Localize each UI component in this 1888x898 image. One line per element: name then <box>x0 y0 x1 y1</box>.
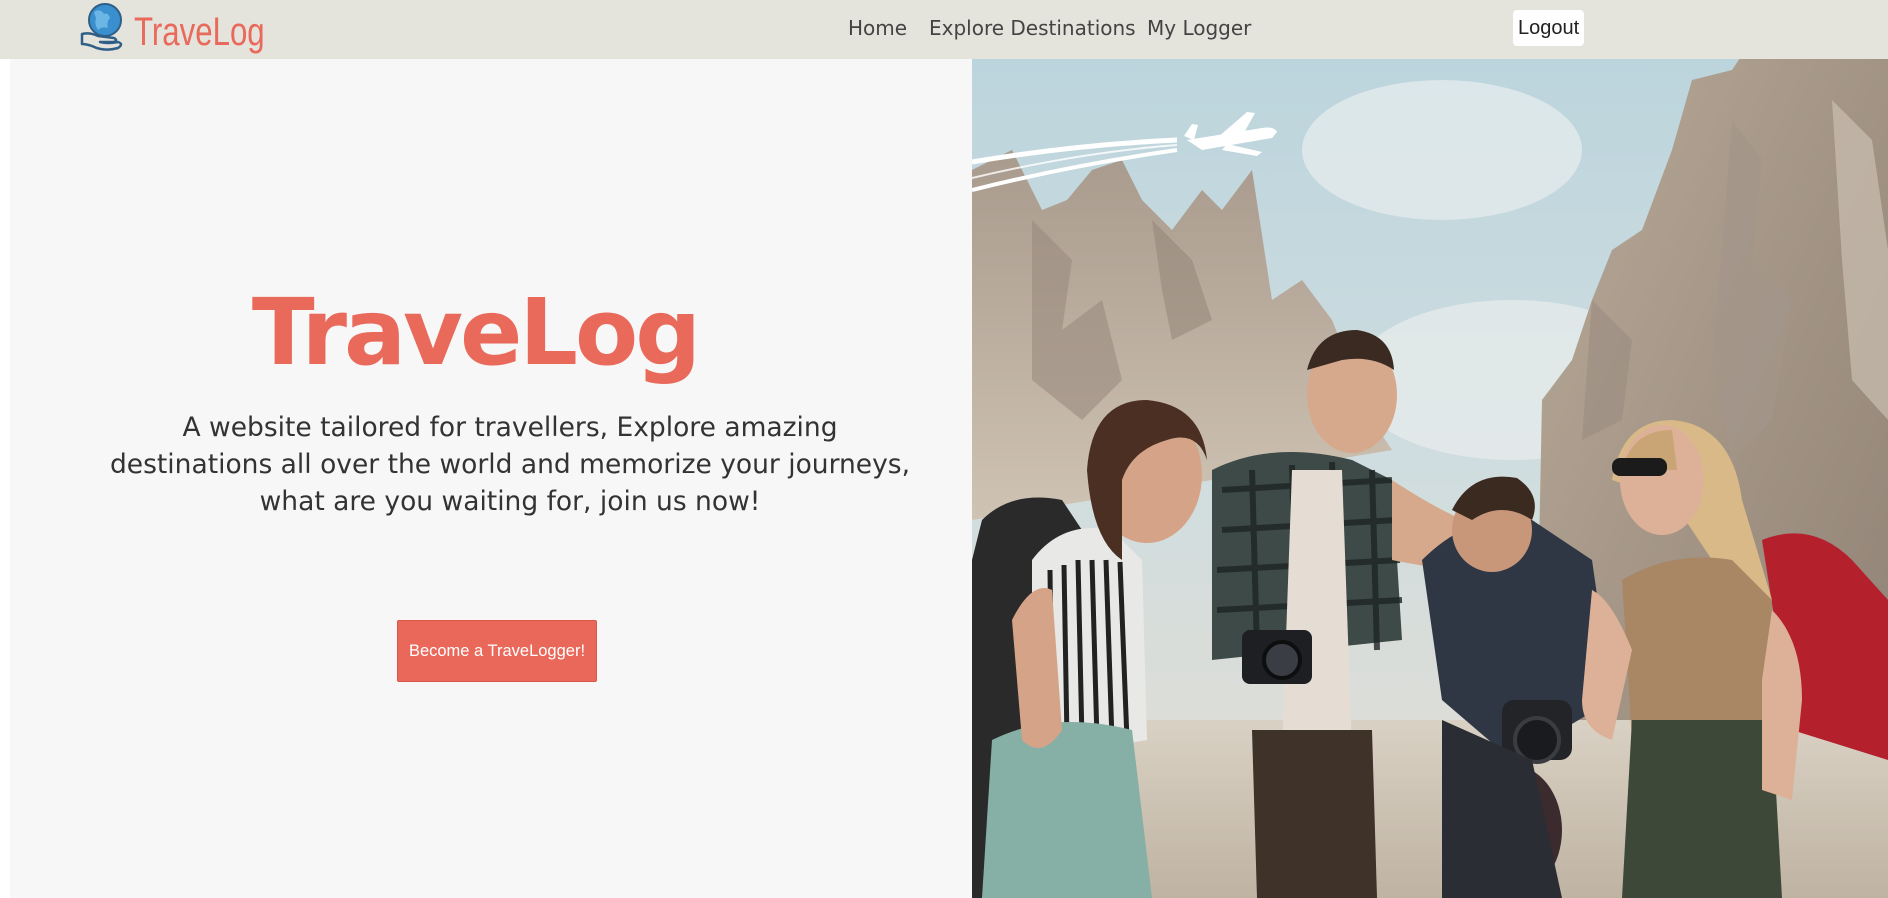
hero-title: TraveLog <box>251 279 701 386</box>
brand-logo[interactable]: TraveLog <box>78 0 302 59</box>
hero-text-panel: TraveLog A website tailored for travelle… <box>10 59 972 898</box>
become-travelogger-button[interactable]: Become a TraveLogger! <box>397 620 597 682</box>
nav-link-explore-destinations[interactable]: Explore Destinations <box>929 16 1136 40</box>
hero-image-panel <box>972 0 1888 898</box>
globe-hand-logo-icon <box>80 2 123 51</box>
travel-friends-mountains-photo <box>972 0 1888 898</box>
brand-text: TraveLog <box>134 10 265 54</box>
nav-link-my-logger[interactable]: My Logger <box>1147 16 1251 40</box>
nav-link-home[interactable]: Home <box>848 16 907 40</box>
top-navbar: TraveLog Home Explore Destinations My Lo… <box>0 0 1888 59</box>
logout-button[interactable]: Logout <box>1513 10 1585 46</box>
hero-description: A website tailored for travellers, Explo… <box>109 412 911 517</box>
